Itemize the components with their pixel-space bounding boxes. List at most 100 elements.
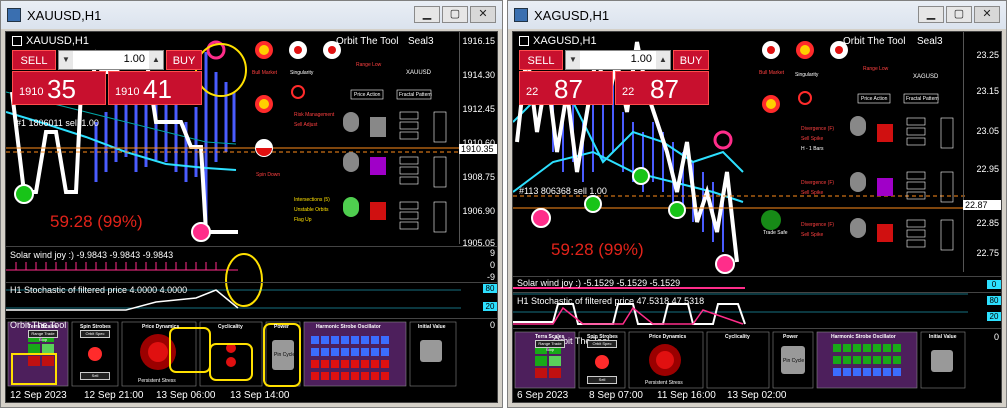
- close-button[interactable]: ✕: [470, 6, 496, 23]
- subwindow-separator[interactable]: [513, 292, 1001, 293]
- solar-tick: 0: [489, 260, 495, 270]
- subwindow-separator[interactable]: [6, 246, 497, 247]
- range-trade-stop-button[interactable]: Range Trade Stop: [28, 330, 58, 342]
- stochastic-label: H1 Stochastic of filtered price 47.5318 …: [517, 296, 705, 306]
- stoch-level-tick: 80: [483, 284, 497, 293]
- price-tick: 23.25: [976, 50, 999, 60]
- chevron-up-icon[interactable]: ▲: [656, 51, 670, 69]
- chevron-down-icon[interactable]: ▼: [59, 51, 73, 69]
- maximize-button[interactable]: ▢: [946, 6, 972, 23]
- bid-pips: 87: [554, 74, 583, 104]
- lot-size-value[interactable]: 1.00: [582, 53, 654, 65]
- chart-window-icon: [514, 8, 528, 22]
- minimize-button[interactable]: ▁: [414, 6, 440, 23]
- panel-title: Price Dynamics: [649, 334, 687, 340]
- symbol-label: XAGUSD,H1: [533, 35, 597, 47]
- symbol-icon: [519, 36, 529, 46]
- ask-pips: 41: [143, 74, 172, 104]
- side-label: Singularity: [795, 72, 819, 78]
- window-title: XAGUSD,H1: [534, 7, 610, 23]
- side-label[interactable]: Price Action: [354, 92, 380, 98]
- symbol-icon: [12, 36, 22, 46]
- sell-mini-button[interactable]: Sell: [80, 372, 110, 380]
- ask-quote[interactable]: 22 87: [615, 71, 709, 105]
- candle-timer: 59:28 (99%): [50, 212, 143, 231]
- panel-title: Initial Value: [929, 334, 957, 340]
- side-label: Sell Spike: [801, 232, 824, 238]
- time-tick: 11 Sep 16:00: [657, 390, 716, 401]
- subwindow-separator[interactable]: [513, 328, 1001, 329]
- solar-wind-label: Solar wind joy :) -9.9843 -9.9843 -9.984…: [10, 250, 174, 260]
- lot-size-stepper[interactable]: ▼ 1.00 ▲: [58, 50, 164, 70]
- subwindow-separator[interactable]: [513, 276, 1001, 277]
- panel-title: Initial Value: [418, 324, 446, 330]
- price-tick: 22.85: [976, 218, 999, 228]
- pin-cycle-label: Pin Cycle: [783, 358, 805, 364]
- orbit-spec-button[interactable]: Orbit Spec: [80, 330, 110, 338]
- bid-prefix: 22: [526, 86, 539, 98]
- stoch-level-tick: 80: [987, 296, 1001, 305]
- candle-timer: 59:28 (99%): [551, 240, 644, 259]
- bid-quote[interactable]: 1910 35: [12, 71, 106, 105]
- price-tick: 1908.75: [462, 172, 495, 182]
- side-label: H - 1 Bars: [801, 146, 824, 152]
- orbit-spec-button[interactable]: Orbit Spec: [587, 340, 617, 348]
- trade-line-label: #1 1806011 sell 1.00: [16, 118, 99, 128]
- sell-mini-button[interactable]: Sell: [587, 376, 617, 384]
- side-label[interactable]: Fractal Pattern: [399, 92, 432, 98]
- seal-label: Seal3: [917, 36, 943, 47]
- chart-window-xauusd[interactable]: XAUUSD,H1 ▁ ▢ ✕ XAUUSD,H1 SELL ▼ 1.00 ▲ …: [0, 0, 503, 408]
- chart-window-xagusd[interactable]: XAGUSD,H1 ▁ ▢ ✕ XAGUSD,H1 SELL ▼ 1.00 ▲ …: [507, 0, 1007, 408]
- subwindow-separator[interactable]: [6, 282, 497, 283]
- close-button[interactable]: ✕: [974, 6, 1000, 23]
- sell-button[interactable]: SELL: [12, 50, 56, 70]
- time-tick: 12 Sep 2023: [10, 390, 67, 401]
- sell-button[interactable]: SELL: [519, 50, 563, 70]
- side-label[interactable]: Fractal Pattern: [906, 96, 939, 102]
- stoch-level-tick: 20: [987, 312, 1001, 321]
- stoch-level-tick: 20: [483, 302, 497, 311]
- price-tick: 1914.30: [462, 70, 495, 80]
- side-label: Trade Safe: [763, 230, 788, 236]
- minimize-button[interactable]: ▁: [918, 6, 944, 23]
- panel-title: Power: [783, 334, 799, 340]
- maximize-button[interactable]: ▢: [442, 6, 468, 23]
- time-tick: 8 Sep 07:00: [589, 390, 643, 401]
- side-label: Sell Spike: [801, 136, 824, 142]
- time-tick: 12 Sep 21:00: [84, 390, 144, 401]
- price-chart[interactable]: XAGUSD,H1 SELL ▼ 1.00 ▲ BUY 22 87 22 87 …: [512, 31, 1002, 403]
- side-label: Risk Management: [294, 112, 335, 118]
- side-label: Unstable Orbits: [294, 207, 329, 213]
- price-tick: 22.75: [976, 248, 999, 258]
- buy-button[interactable]: BUY: [166, 50, 202, 70]
- persistent-stress-label: Persistent Stress: [645, 380, 683, 386]
- bottom-tick: 0: [489, 320, 495, 330]
- bid-pips: 35: [47, 74, 76, 104]
- window-title: XAUUSD,H1: [27, 7, 102, 23]
- chevron-up-icon[interactable]: ▲: [149, 51, 163, 69]
- lot-size-value[interactable]: 1.00: [75, 53, 147, 65]
- panel-symbol: XAUUSD: [406, 70, 432, 76]
- lot-size-stepper[interactable]: ▼ 1.00 ▲: [565, 50, 671, 70]
- side-label: Divergence (F): [801, 222, 835, 228]
- range-trade-stop-button[interactable]: Range Trade Stop: [535, 340, 565, 352]
- price-tick: 1916.15: [462, 36, 495, 46]
- trade-line-label: #113 806368 sell 1.00: [519, 186, 607, 196]
- panel-title: Power: [274, 324, 290, 330]
- window-titlebar[interactable]: XAUUSD,H1 ▁ ▢ ✕: [1, 1, 502, 29]
- window-titlebar[interactable]: XAGUSD,H1 ▁ ▢ ✕: [508, 1, 1006, 29]
- subwindow-separator[interactable]: [6, 318, 497, 319]
- side-label: Sell Spike: [801, 190, 824, 196]
- ask-quote[interactable]: 1910 41: [108, 71, 202, 105]
- buy-button[interactable]: BUY: [673, 50, 709, 70]
- time-tick: 13 Sep 14:00: [230, 390, 290, 401]
- ask-prefix: 22: [622, 86, 635, 98]
- bid-quote[interactable]: 22 87: [519, 71, 613, 105]
- price-chart[interactable]: XAUUSD,H1 SELL ▼ 1.00 ▲ BUY 1910 35 1910…: [5, 31, 498, 403]
- chevron-down-icon[interactable]: ▼: [566, 51, 580, 69]
- time-tick: 6 Sep 2023: [517, 390, 569, 401]
- side-label[interactable]: Price Action: [861, 96, 887, 102]
- panel-symbol: XAGUSD: [913, 74, 939, 80]
- ask-pips: 87: [650, 74, 679, 104]
- side-label: Range Low: [356, 62, 382, 68]
